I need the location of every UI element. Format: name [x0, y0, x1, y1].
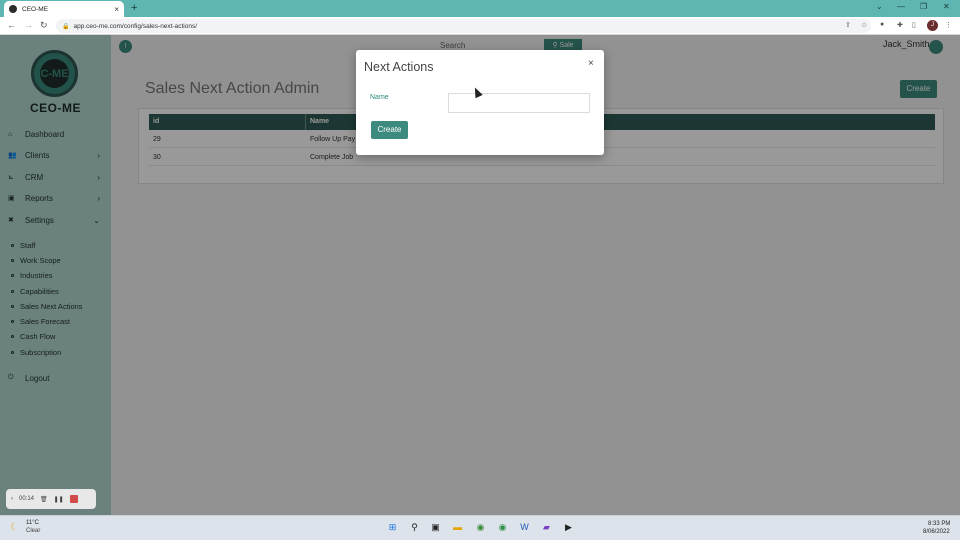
search-taskbar-icon[interactable]: ⚲ — [408, 521, 421, 534]
close-window-icon[interactable]: ✕ — [943, 2, 950, 11]
chrome-icon[interactable]: ◉ — [474, 521, 487, 534]
modal-create-button[interactable]: Create — [371, 121, 408, 139]
menu-dots-icon[interactable]: ⋮ — [945, 21, 952, 29]
modal-title: Next Actions — [364, 60, 434, 74]
url-field[interactable]: 🔒 app.ceo-me.com/config/sales-next-actio… — [56, 19, 871, 33]
file-explorer-icon[interactable]: ▬ — [451, 521, 464, 534]
name-input[interactable] — [448, 93, 590, 113]
forward-icon[interactable]: → — [24, 20, 33, 30]
moon-icon: ☾ — [10, 522, 19, 533]
weather-description: Clear — [26, 528, 41, 534]
favicon-icon — [9, 5, 17, 13]
word-icon[interactable]: W — [518, 521, 531, 534]
url-text: app.ceo-me.com/config/sales-next-actions… — [73, 22, 198, 30]
tab-close-icon[interactable]: × — [114, 5, 119, 14]
media-player-icon[interactable]: ▶ — [562, 521, 575, 534]
profile-avatar[interactable]: J — [927, 20, 938, 31]
close-icon[interactable]: × — [588, 58, 594, 69]
task-view-icon[interactable]: ▣ — [429, 521, 442, 534]
restore-icon[interactable]: ❐ — [920, 2, 927, 11]
share-icon[interactable]: ⇪ — [845, 21, 851, 29]
stop-icon[interactable] — [69, 495, 78, 503]
screen-recorder: ‹ 00:14 🗑 ❚❚ — [6, 489, 96, 509]
next-actions-modal: Next Actions × Name Create — [356, 50, 604, 155]
clock-date[interactable]: 8/06/2022 — [923, 529, 950, 535]
back-icon[interactable]: ← — [7, 20, 16, 30]
collapse-icon[interactable]: ‹ — [11, 496, 13, 502]
trash-icon[interactable]: 🗑 — [40, 496, 48, 503]
tab-search-icon[interactable]: ⌄ — [876, 2, 883, 11]
extension-icon[interactable]: ● — [880, 21, 884, 28]
clock-time[interactable]: 8:33 PM — [928, 521, 950, 527]
address-bar: ← → ↻ 🔒 app.ceo-me.com/config/sales-next… — [0, 17, 960, 35]
minimize-icon[interactable]: — — [897, 2, 905, 11]
lock-icon: 🔒 — [62, 23, 70, 30]
name-label: Name — [370, 94, 389, 101]
puzzle-icon[interactable]: ✚ — [897, 21, 903, 29]
new-tab-button[interactable]: + — [131, 2, 137, 14]
browser-tab-bar: CEO-ME × + ⌄ — ❐ ✕ — [0, 0, 960, 17]
clipchamp-icon[interactable]: ▰ — [540, 521, 553, 534]
weather-temperature[interactable]: 11°C — [26, 520, 39, 526]
chrome-active-icon[interactable]: ◉ — [496, 521, 509, 534]
recording-time: 00:14 — [19, 496, 35, 502]
reload-icon[interactable]: ↻ — [40, 20, 48, 31]
windows-start-icon[interactable]: ⊞ — [386, 521, 399, 534]
windows-taskbar: ☾ 11°C Clear ⊞ ⚲ ▣ ▬ ◉ ◉ W ▰ ▶ 8:33 PM 8… — [0, 515, 960, 540]
browser-tab[interactable]: CEO-ME × — [4, 1, 124, 17]
pause-icon[interactable]: ❚❚ — [54, 496, 64, 503]
bookmark-star-icon[interactable]: ☆ — [861, 21, 867, 29]
sidepanel-icon[interactable]: ▯ — [912, 21, 916, 29]
tab-title: CEO-ME — [22, 5, 48, 13]
